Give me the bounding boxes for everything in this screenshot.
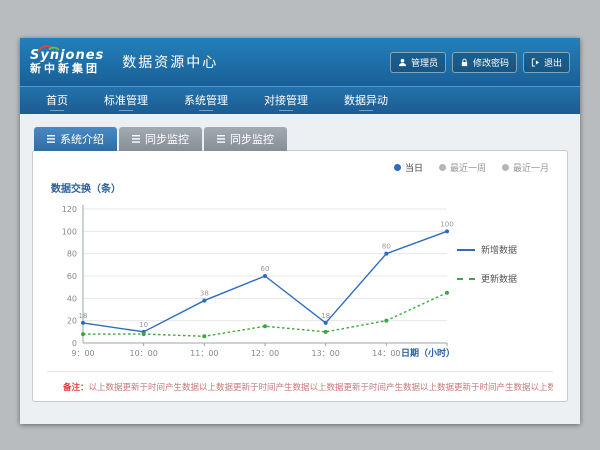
- page-title: 数据资源中心: [122, 52, 218, 72]
- legend-dot: [502, 164, 509, 171]
- series-label: 更新数据: [481, 272, 517, 285]
- change-password-label: 修改密码: [473, 56, 509, 69]
- footnote-text: 以上数据更新于时间产生数据以上数据更新于时间产生数据以上数据更新于时间产生数据以…: [89, 383, 553, 393]
- svg-text:14：00: 14：00: [372, 349, 400, 358]
- legend-dot: [394, 164, 401, 171]
- svg-text:18: 18: [321, 312, 330, 320]
- svg-text:60: 60: [261, 265, 270, 273]
- svg-text:38: 38: [200, 290, 209, 298]
- y-axis-title: 数据交换（条）: [51, 180, 553, 195]
- logo-swoosh-icon: [36, 43, 60, 52]
- series-label: 新增数据: [481, 243, 517, 256]
- chart-panel: 当日 最近一周 最近一月 数据交换（条） 0 20 40 60 80 100 120 9：00…: [32, 150, 568, 402]
- svg-text:13：00: 13：00: [311, 349, 339, 358]
- list-icon: [217, 135, 225, 143]
- period-option-last-week[interactable]: 最近一周: [439, 161, 486, 174]
- legend-label: 最近一月: [513, 161, 549, 174]
- svg-text:80: 80: [382, 243, 391, 251]
- logout-label: 退出: [544, 56, 562, 69]
- svg-text:日期（小时）: 日期（小时）: [401, 347, 455, 359]
- tab-sync-monitor-2[interactable]: 同步监控: [204, 127, 287, 151]
- footnote: 备注：以上数据更新于时间产生数据以上数据更新于时间产生数据以上数据更新于时间产生…: [47, 371, 553, 393]
- period-option-today[interactable]: 当日: [394, 161, 423, 174]
- admin-user-button[interactable]: 管理员: [390, 52, 446, 73]
- legend-dot: [439, 164, 446, 171]
- nav-item-connection-mgmt[interactable]: 对接管理: [246, 87, 326, 114]
- tab-label: 同步监控: [145, 131, 189, 147]
- period-option-last-month[interactable]: 最近一月: [502, 161, 549, 174]
- app-header: Synjones 新中新集团 数据资源中心 管理员 修改密码 退出: [20, 38, 580, 86]
- logout-icon: [531, 58, 540, 67]
- svg-text:9：00: 9：00: [71, 349, 94, 358]
- tab-label: 同步监控: [230, 131, 274, 147]
- logout-button[interactable]: 退出: [523, 52, 570, 73]
- nav-item-system-mgmt[interactable]: 系统管理: [166, 87, 246, 114]
- logo-company: 新中新集团: [30, 63, 104, 75]
- list-icon: [47, 135, 55, 143]
- svg-text:60: 60: [67, 272, 77, 281]
- admin-user-label: 管理员: [411, 56, 438, 69]
- series-legend: 新增数据 更新数据: [457, 197, 549, 285]
- svg-text:40: 40: [67, 294, 77, 303]
- list-icon: [132, 135, 140, 143]
- svg-text:100: 100: [62, 227, 77, 236]
- nav-item-standard-mgmt[interactable]: 标准管理: [86, 87, 166, 114]
- logo: Synjones 新中新集团: [30, 49, 104, 75]
- main-nav: 首页 标准管理 系统管理 对接管理 数据异动: [20, 86, 580, 114]
- tab-sync-monitor-1[interactable]: 同步监控: [119, 127, 202, 151]
- nav-item-home[interactable]: 首页: [28, 87, 86, 114]
- svg-text:10：00: 10：00: [129, 349, 157, 358]
- nav-item-data-change[interactable]: 数据异动: [326, 87, 406, 114]
- svg-text:20: 20: [67, 317, 77, 326]
- svg-text:100: 100: [440, 220, 453, 228]
- legend-label: 当日: [405, 161, 423, 174]
- svg-text:18: 18: [79, 312, 88, 320]
- period-legend: 当日 最近一周 最近一月: [47, 159, 553, 180]
- user-icon: [398, 58, 407, 67]
- legend-label: 最近一周: [450, 161, 486, 174]
- svg-text:80: 80: [67, 250, 77, 259]
- tab-bar: 系统介绍 同步监控 同步监控: [34, 126, 568, 150]
- svg-text:10: 10: [139, 321, 148, 329]
- line-chart: 0 20 40 60 80 100 120 9：00 10：00 11：00 12：00 13：00 1…: [47, 197, 457, 367]
- tab-system-intro[interactable]: 系统介绍: [34, 127, 117, 151]
- logo-brand: Synjones: [30, 49, 104, 63]
- solid-line-sample: [457, 249, 475, 251]
- svg-text:11：00: 11：00: [190, 349, 218, 358]
- svg-text:12：00: 12：00: [251, 349, 279, 358]
- chart-row: 0 20 40 60 80 100 120 9：00 10：00 11：00 12：00 13：00 1…: [47, 197, 553, 367]
- svg-text:120: 120: [62, 205, 77, 214]
- change-password-button[interactable]: 修改密码: [452, 52, 517, 73]
- svg-text:0: 0: [72, 339, 77, 348]
- dotted-line-sample: [457, 278, 475, 280]
- content-area: 系统介绍 同步监控 同步监控 当日: [20, 114, 580, 424]
- series-legend-item-updated-data[interactable]: 更新数据: [457, 272, 549, 285]
- tab-label: 系统介绍: [60, 131, 104, 147]
- lock-icon: [460, 58, 469, 67]
- series-legend-item-new-data[interactable]: 新增数据: [457, 243, 549, 256]
- app-window: Synjones 新中新集团 数据资源中心 管理员 修改密码 退出: [20, 38, 580, 424]
- footnote-label: 备注：: [63, 383, 89, 393]
